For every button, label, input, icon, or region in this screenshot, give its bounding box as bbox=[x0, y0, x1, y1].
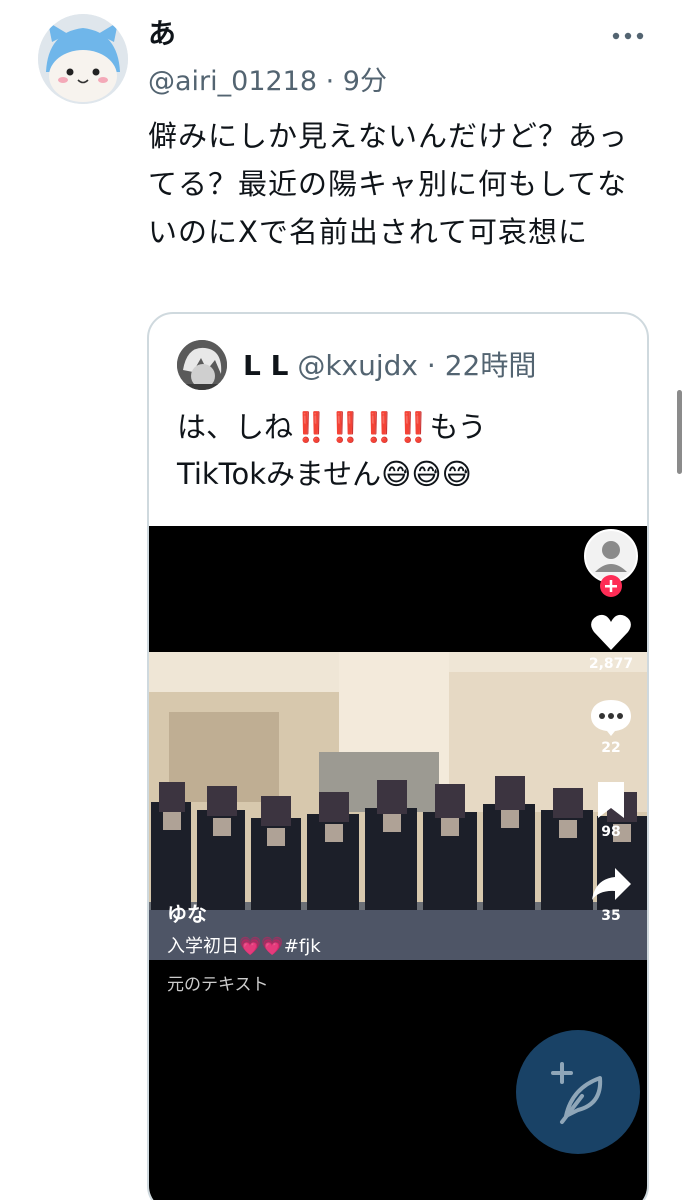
compose-button[interactable] bbox=[516, 1030, 640, 1154]
video-frame bbox=[149, 652, 647, 960]
video-username[interactable]: ゆな bbox=[167, 898, 207, 927]
author-avatar[interactable] bbox=[38, 14, 128, 104]
share-icon bbox=[592, 868, 631, 900]
quoted-author-handle[interactable]: @kxujdx bbox=[297, 349, 418, 382]
quoted-text-line2: TikTokみません bbox=[177, 457, 382, 491]
quoted-text-emojis: 😅😅😅 bbox=[381, 457, 472, 491]
tweet-text: 僻みにしか見えないんだけど？あってる？最近の陽キャ別に何もしてないのにXで名前出… bbox=[148, 119, 629, 249]
quoted-meta-separator: · bbox=[418, 349, 445, 382]
quoted-text-part2: もう bbox=[429, 410, 487, 444]
avatar-image bbox=[38, 14, 128, 104]
scrollbar[interactable] bbox=[677, 390, 682, 474]
more-icon[interactable] bbox=[610, 24, 646, 48]
quoted-time[interactable]: 22時間 bbox=[445, 349, 537, 382]
quoted-header: L L @kxujdx · 22時間 bbox=[243, 346, 536, 386]
share-count: 35 bbox=[601, 908, 621, 924]
author-handle[interactable]: @airi_01218 bbox=[148, 66, 317, 97]
comment-count: 22 bbox=[601, 740, 621, 756]
like-action[interactable]: 2,877 bbox=[581, 612, 641, 672]
video-scene-image bbox=[149, 652, 647, 960]
tweet: あ @airi_01218 · 9分 僻みにしか見えないんだけど？あってる？最近… bbox=[0, 0, 687, 1200]
tweet-meta: @airi_01218 · 9分 bbox=[148, 62, 387, 102]
bookmark-icon bbox=[598, 782, 624, 818]
meta-separator: · bbox=[317, 66, 343, 97]
quoted-author-name[interactable]: L L bbox=[243, 349, 288, 382]
like-count: 2,877 bbox=[588, 656, 634, 672]
tiktok-profile-icon bbox=[584, 529, 638, 597]
tiktok-profile[interactable] bbox=[581, 526, 641, 604]
author-name[interactable]: あ bbox=[148, 14, 176, 54]
tweet-time[interactable]: 9分 bbox=[343, 66, 387, 97]
quoted-text-bangs: ‼️‼️‼️‼️ bbox=[293, 410, 431, 444]
compose-icon bbox=[551, 1062, 603, 1124]
quoted-avatar-image bbox=[177, 340, 227, 390]
quoted-author-avatar[interactable] bbox=[177, 340, 227, 390]
bookmark-count: 98 bbox=[601, 824, 621, 840]
comment-icon bbox=[591, 700, 631, 736]
quoted-text-part1: は、しね bbox=[177, 410, 294, 444]
video-caption: 入学初日💗💗#fjk bbox=[167, 936, 321, 957]
share-action[interactable]: 35 bbox=[581, 864, 641, 924]
heart-icon bbox=[591, 614, 631, 650]
video-subcaption: 元のテキスト bbox=[167, 975, 269, 995]
quoted-text: は、しね‼️‼️‼️‼️もう TikTokみません😅😅😅 bbox=[177, 404, 637, 498]
bookmark-action[interactable]: 98 bbox=[581, 780, 641, 840]
comment-action[interactable]: 22 bbox=[581, 696, 641, 756]
